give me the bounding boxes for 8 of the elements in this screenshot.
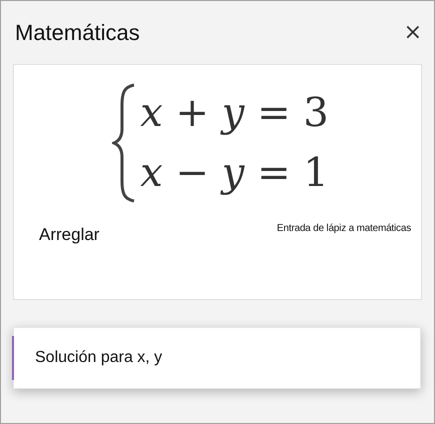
panel-title: Matemáticas: [15, 20, 140, 46]
close-button[interactable]: ×: [402, 22, 424, 44]
fix-button[interactable]: Arreglar: [39, 225, 100, 245]
brace-icon: [112, 83, 136, 203]
ink-to-math-link[interactable]: Entrada de lápiz a matemáticas: [276, 223, 411, 234]
equation: x + y = 3: [140, 89, 329, 138]
solve-dropdown[interactable]: Solución para x, y: [13, 327, 421, 389]
equation: x − y = 1: [140, 149, 329, 198]
